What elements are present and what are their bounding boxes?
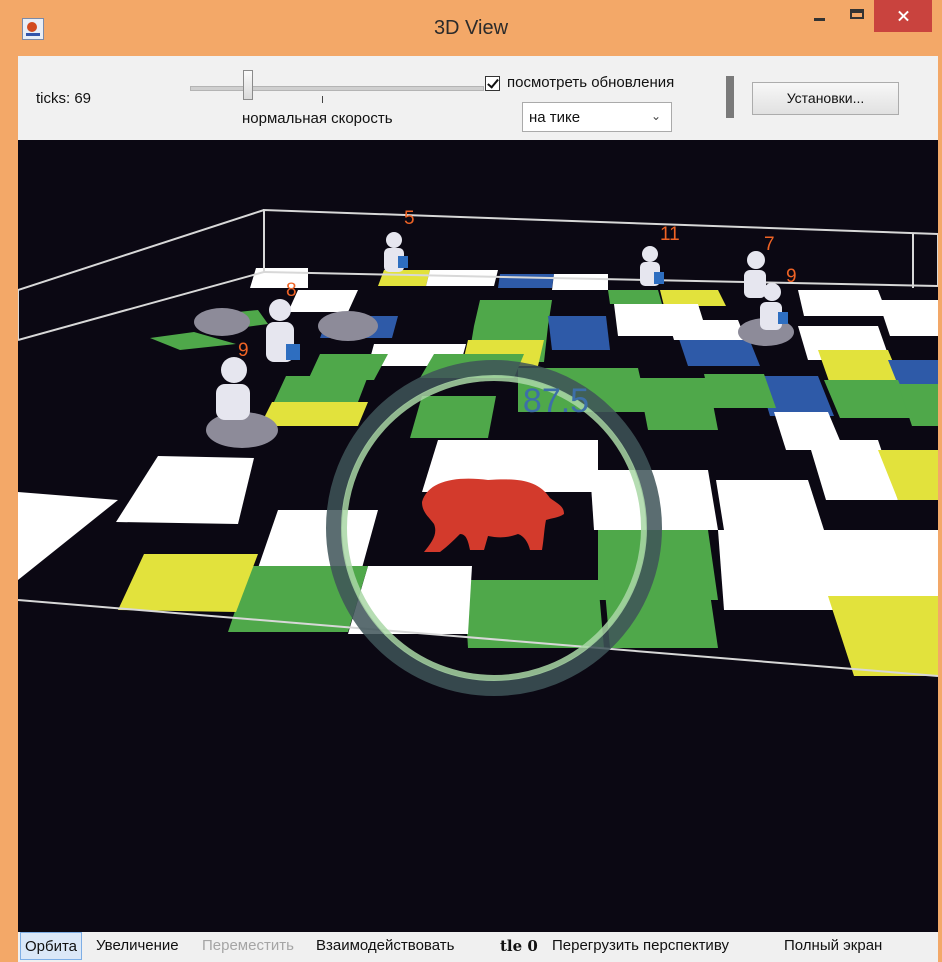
tile (828, 596, 938, 676)
reset-perspective-button[interactable]: Перегрузить перспективу (552, 937, 729, 954)
tile (116, 456, 254, 524)
tile (660, 290, 726, 306)
controls-panel: ticks: 69 нормальная скорость посмотреть… (18, 56, 938, 140)
tile (378, 270, 430, 286)
center-score: 87.5 (523, 382, 589, 420)
tile (426, 270, 498, 286)
speed-slider-tick-mark (322, 96, 323, 103)
tile (552, 274, 608, 290)
tile (118, 554, 258, 612)
ticks-counter: ticks: 69 (36, 90, 92, 107)
board-tiles (18, 268, 938, 676)
view-updates-label[interactable]: посмотреть обновления (507, 74, 674, 91)
person-icon[interactable] (384, 232, 408, 272)
tle-label: tle 0 (500, 937, 538, 955)
tile (288, 290, 358, 312)
3d-scene[interactable]: 87.5 5 11 7 9 8 9 (18, 140, 938, 932)
tile (410, 396, 496, 438)
tile (818, 350, 902, 384)
interact-mode-button[interactable]: Взаимодействовать (316, 937, 454, 954)
speed-label: нормальная скорость (242, 110, 393, 127)
agent-label: 11 (660, 224, 680, 245)
minimize-button[interactable] (796, 0, 840, 32)
tile (260, 402, 368, 426)
mouse-icon[interactable] (318, 311, 378, 341)
close-button[interactable] (874, 0, 932, 32)
agent-label: 9 (238, 340, 249, 361)
tile (250, 268, 308, 288)
agent-label: 8 (286, 280, 297, 301)
agent-label: 7 (764, 234, 775, 255)
person-icon[interactable] (640, 246, 664, 286)
agent-label: 5 (404, 208, 415, 229)
tile (798, 290, 888, 316)
tile (704, 374, 776, 408)
person-icon[interactable] (760, 283, 788, 330)
speed-slider-thumb[interactable] (243, 70, 254, 100)
tile (716, 480, 824, 530)
speed-slider-track[interactable] (190, 86, 484, 91)
tile (808, 440, 898, 500)
mouse-icon[interactable] (194, 308, 250, 336)
window-content: ticks: 69 нормальная скорость посмотреть… (18, 56, 938, 962)
view-updates-checkbox[interactable] (485, 76, 500, 91)
agent-label: 9 (786, 266, 797, 287)
tile (474, 300, 552, 326)
title-bar: 3D View (0, 0, 942, 56)
tile (18, 492, 118, 580)
update-mode-value: на тике (529, 109, 581, 126)
chevron-down-icon: ⌄ (650, 109, 661, 123)
person-icon[interactable] (216, 357, 250, 420)
tile (308, 354, 388, 380)
status-bar: Орбита Увеличение Переместить Взаимодейс… (18, 932, 938, 962)
tile (548, 316, 610, 350)
fullscreen-button[interactable]: Полный экран (784, 937, 882, 954)
tile (258, 510, 378, 568)
person-icon[interactable] (744, 251, 766, 298)
orbit-mode-button[interactable]: Орбита (20, 932, 83, 960)
tile (878, 300, 938, 336)
separator-bar (726, 76, 734, 118)
zoom-mode-button[interactable]: Увеличение (96, 937, 179, 954)
move-mode-button[interactable]: Переместить (202, 937, 294, 954)
tile (668, 320, 746, 340)
tile (638, 378, 718, 430)
settings-button[interactable]: Установки... (752, 82, 899, 115)
3d-viewport[interactable]: 87.5 5 11 7 9 8 9 (18, 140, 938, 932)
tile (608, 290, 662, 304)
update-mode-select[interactable]: на тике ⌄ (522, 102, 672, 132)
